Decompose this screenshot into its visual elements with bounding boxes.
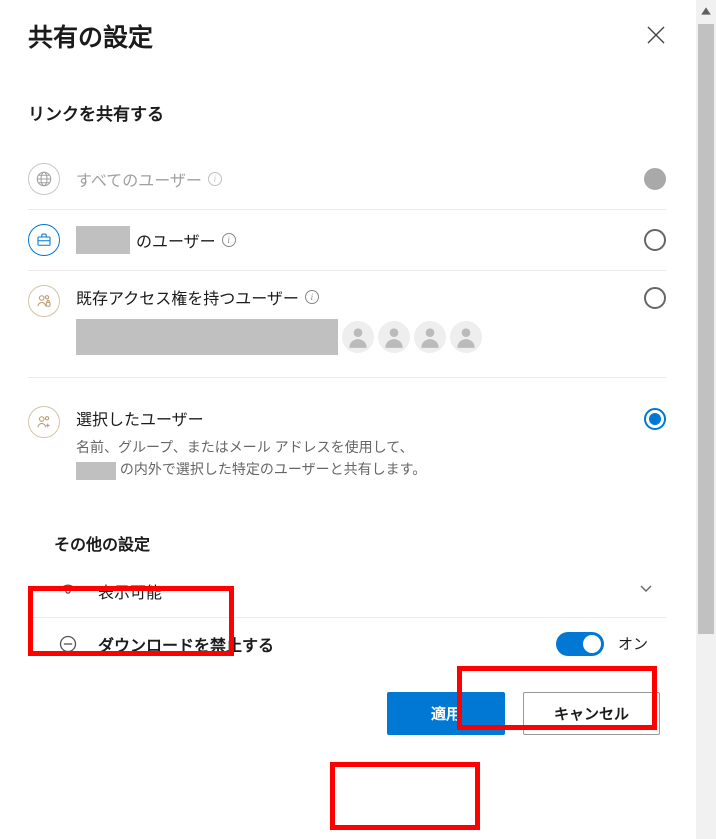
globe-icon — [28, 163, 60, 195]
close-button[interactable] — [646, 23, 666, 49]
share-option-specific-people[interactable]: 選択したユーザー 名前、グループ、またはメール アドレスを使用して、 の内外で選… — [28, 392, 666, 495]
share-option-anyone: すべてのユーザー i — [28, 149, 666, 210]
scrollbar-track[interactable] — [696, 0, 716, 839]
view-permission-label: 表示可能 — [98, 579, 638, 603]
description-line-2: の内外で選択した特定のユーザーと共有します。 — [120, 461, 426, 477]
view-permission-dropdown[interactable]: 表示可能 — [28, 565, 666, 618]
dialog-header: 共有の設定 — [28, 18, 666, 54]
option-label-text: すべてのユーザー — [76, 167, 202, 191]
info-icon[interactable]: i — [305, 290, 319, 304]
radio-organization[interactable] — [644, 229, 666, 251]
radio-existing-access[interactable] — [644, 287, 666, 309]
cancel-button[interactable]: キャンセル — [523, 692, 660, 735]
scrollbar-thumb[interactable] — [698, 24, 714, 634]
scrollbar-arrow-up-icon[interactable] — [700, 4, 712, 16]
block-download-toggle[interactable] — [556, 632, 604, 656]
redacted-avatars — [76, 319, 338, 355]
eye-icon — [56, 579, 80, 603]
share-option-specific-description: 名前、グループ、またはメール アドレスを使用して、 の内外で選択した特定のユーザ… — [76, 436, 634, 481]
share-option-existing-label: 既存アクセス権を持つユーザー i — [76, 285, 634, 309]
option-label-text: のユーザー — [136, 228, 216, 252]
chevron-down-icon — [638, 580, 654, 601]
share-option-specific-label: 選択したユーザー — [76, 406, 634, 430]
block-download-setting: ダウンロードを禁止する オン — [28, 618, 666, 670]
block-download-state: オン — [618, 633, 648, 654]
share-option-organization-label: のユーザー i — [76, 226, 634, 254]
info-icon[interactable]: i — [222, 233, 236, 247]
radio-specific-people[interactable] — [644, 408, 666, 430]
link-share-section-title: リンクを共有する — [28, 100, 666, 125]
dialog-title: 共有の設定 — [28, 18, 153, 54]
radio-anyone — [644, 168, 666, 190]
avatar — [342, 321, 374, 353]
share-option-organization[interactable]: のユーザー i — [28, 210, 666, 271]
share-option-anyone-label: すべてのユーザー i — [76, 167, 634, 191]
briefcase-icon — [28, 224, 60, 256]
description-line-1: 名前、グループ、またはメール アドレスを使用して、 — [76, 439, 414, 455]
option-label-text: 既存アクセス権を持つユーザー — [76, 285, 299, 309]
block-icon — [56, 632, 80, 656]
existing-users-avatars — [76, 319, 634, 355]
info-icon[interactable]: i — [208, 172, 222, 186]
people-lock-icon — [28, 285, 60, 317]
avatar — [450, 321, 482, 353]
option-label-text: 選択したユーザー — [76, 406, 204, 430]
share-option-existing-access[interactable]: 既存アクセス権を持つユーザー i — [28, 271, 666, 378]
redacted-org-name — [76, 226, 130, 254]
people-plus-icon — [28, 406, 60, 438]
close-icon — [646, 25, 666, 45]
dialog-buttons: 適用 キャンセル — [28, 692, 666, 735]
highlight-apply-button — [330, 762, 480, 830]
avatar — [378, 321, 410, 353]
avatar — [414, 321, 446, 353]
redacted-org-name-2 — [76, 462, 116, 480]
other-settings-title: その他の設定 — [54, 531, 666, 555]
block-download-label: ダウンロードを禁止する — [98, 632, 556, 656]
apply-button[interactable]: 適用 — [387, 692, 505, 735]
